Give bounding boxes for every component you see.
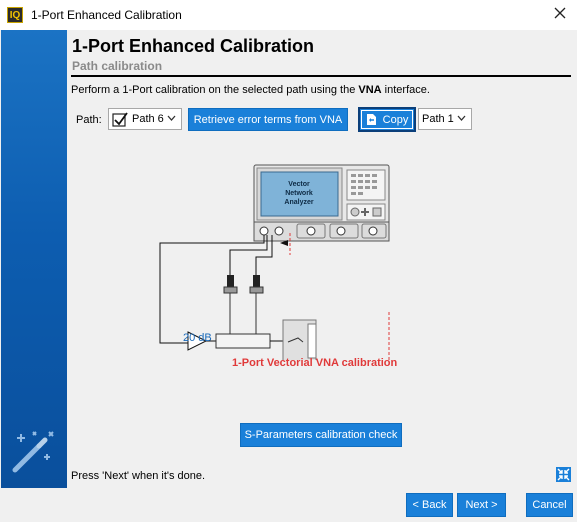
page-title: 1-Port Enhanced Calibration: [72, 36, 315, 56]
amplifier-gain-label: 20 dB: [183, 332, 212, 344]
instruction-suffix: interface.: [381, 84, 430, 96]
cancel-button[interactable]: Cancel: [526, 493, 573, 517]
back-button[interactable]: < Back: [406, 493, 453, 517]
chevron-down-icon: [167, 115, 176, 121]
copy-button[interactable]: Copy: [358, 107, 416, 132]
vna-label-line-3: Analyzer: [284, 199, 313, 206]
wizard-content: 1-Port Enhanced Calibration Path calibra…: [67, 30, 576, 488]
instruction-text: Perform a 1-Port calibration on the sele…: [71, 84, 430, 96]
vna-label-line-1: Vector: [288, 181, 310, 188]
target-path-dropdown[interactable]: Path 1: [418, 108, 472, 130]
vna-label-line-2: Network: [285, 190, 313, 197]
title-divider: [71, 75, 571, 77]
window-title: 1-Port Enhanced Calibration: [31, 8, 182, 22]
target-path-value: Path 1: [422, 113, 454, 125]
path-label: Path:: [76, 114, 102, 126]
wizard-sidebar: [1, 30, 67, 488]
magic-wand-icon: [12, 431, 54, 473]
copy-button-label: Copy: [382, 113, 409, 126]
path-dropdown-value: Path 6: [132, 113, 164, 125]
instruction-prefix: Perform a 1-Port calibration on the sele…: [71, 84, 359, 96]
next-button[interactable]: Next >: [457, 493, 506, 517]
calibration-caption: 1-Port Vectorial VNA calibration: [232, 357, 398, 369]
instruction-emphasis: VNA: [358, 84, 382, 96]
close-icon[interactable]: [553, 6, 567, 20]
calibration-diagram: Vector Network Analyzer: [159, 164, 390, 360]
app-icon: IQ: [7, 7, 23, 23]
path-dropdown[interactable]: Path 6: [108, 108, 182, 130]
next-hint: Press 'Next' when it's done.: [71, 470, 206, 482]
copy-icon: [366, 114, 376, 125]
retrieve-error-terms-button[interactable]: Retrieve error terms from VNA: [188, 108, 348, 131]
window-titlebar: IQ 1-Port Enhanced Calibration: [0, 0, 577, 30]
chevron-down-icon: [457, 115, 466, 121]
checkbox-checked-icon: [112, 112, 128, 127]
vna-instrument: Vector Network Analyzer: [253, 164, 390, 242]
s-parameters-check-button[interactable]: S-Parameters calibration check: [240, 423, 402, 447]
page-subtitle: Path calibration: [72, 59, 163, 73]
collapse-arrows-icon[interactable]: [556, 467, 571, 482]
